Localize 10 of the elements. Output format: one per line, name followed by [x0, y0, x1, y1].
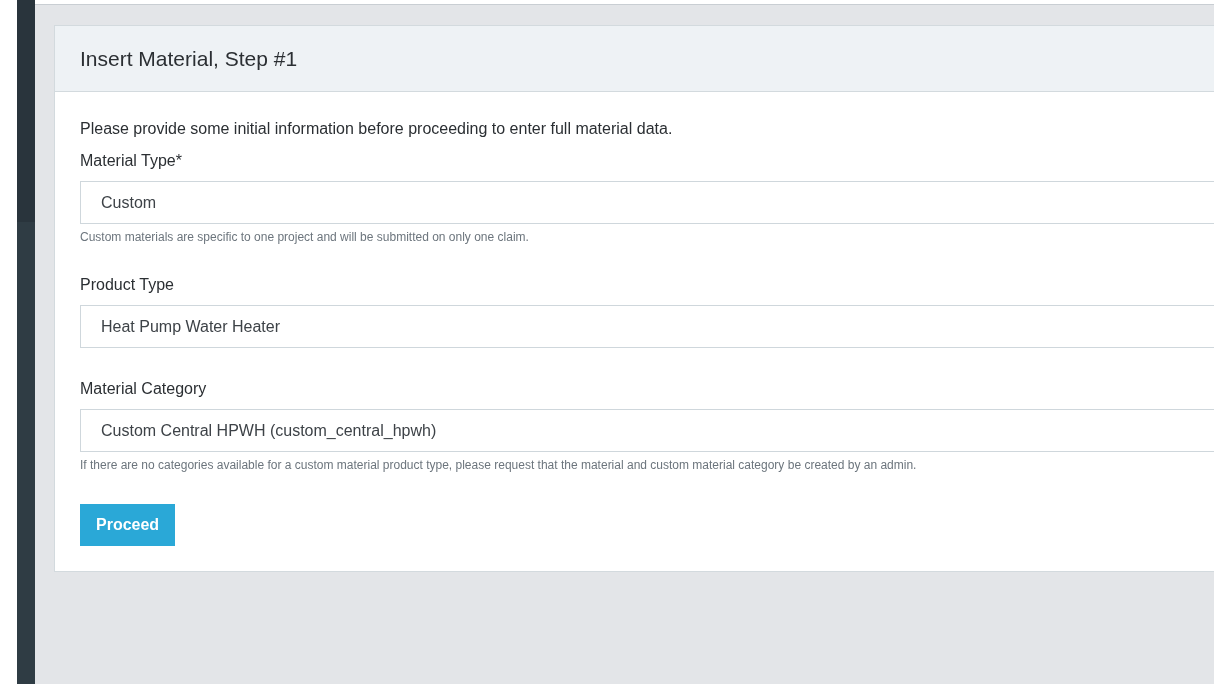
card-title: Insert Material, Step #1 [80, 46, 298, 71]
input-field[interactable]: Heat Pump Water Heater [80, 305, 1214, 348]
help-text: If there are no categories available for a custom material product type, please request that the material and custom material category be created by an admin. [80, 458, 918, 472]
input-field[interactable]: Custom Central HPWH (custom_central_hpwh) [80, 409, 1214, 452]
help-text: Custom materials are specific to one project and will be submitted on only one claim. [80, 230, 530, 244]
input-field[interactable]: Custom [80, 181, 1214, 224]
field-label: Material Type* [80, 152, 183, 170]
intro-text: Please provide some initial information before proceeding to enter full material data. [80, 120, 674, 138]
field-label: Material Category [80, 380, 208, 398]
field-label: Product Type [80, 276, 175, 294]
